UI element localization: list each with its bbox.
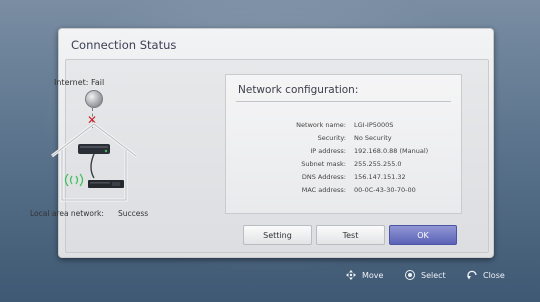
- globe-icon: [85, 90, 103, 108]
- test-button[interactable]: Test: [316, 225, 385, 245]
- ok-button[interactable]: OK: [389, 225, 457, 245]
- config-key: Network name:: [296, 121, 346, 129]
- config-value: No Security: [354, 134, 392, 142]
- setting-button[interactable]: Setting: [243, 225, 312, 245]
- close-hint-label: Close: [483, 271, 505, 280]
- network-config-title: Network configuration:: [238, 84, 359, 96]
- network-config-panel: Network configuration: Network name: LGI…: [225, 74, 462, 214]
- config-row-mac-address: MAC address: 00-0C-43-30-70-00: [226, 184, 461, 196]
- divider: [236, 101, 451, 102]
- config-value: 00-0C-43-30-70-00: [354, 186, 416, 194]
- config-key: IP address:: [310, 147, 346, 155]
- config-key: Subnet mask:: [301, 160, 346, 168]
- config-row-network-name: Network name: LGI-IP5000S: [226, 119, 461, 131]
- local-network-status: Success: [118, 209, 149, 218]
- ok-select-icon: [405, 270, 415, 280]
- dialog-title: Connection Status: [71, 38, 177, 52]
- config-key: DNS Address:: [301, 173, 346, 181]
- config-value: LGI-IP5000S: [354, 121, 394, 129]
- config-value: 192.168.0.88 (Manual): [354, 147, 429, 155]
- config-key: MAC address:: [301, 186, 346, 194]
- config-value: 255.255.255.0: [354, 160, 402, 168]
- house-network-icon: [51, 122, 137, 202]
- config-key: Security:: [317, 134, 346, 142]
- config-row-security: Security: No Security: [226, 132, 461, 144]
- internet-status-label: Internet: Fail: [54, 78, 105, 87]
- config-row-ip-address: IP address: 192.168.0.88 (Manual): [226, 145, 461, 157]
- back-return-icon: [467, 270, 477, 280]
- config-row-subnet-mask: Subnet mask: 255.255.255.0: [226, 158, 461, 170]
- config-row-dns-address: DNS Address: 156.147.151.32: [226, 171, 461, 183]
- local-network-label: Local area network:: [30, 209, 104, 218]
- config-value: 156.147.151.32: [354, 173, 406, 181]
- select-hint-label: Select: [421, 271, 446, 280]
- move-hint-label: Move: [362, 271, 384, 280]
- dpad-move-icon: [346, 270, 356, 280]
